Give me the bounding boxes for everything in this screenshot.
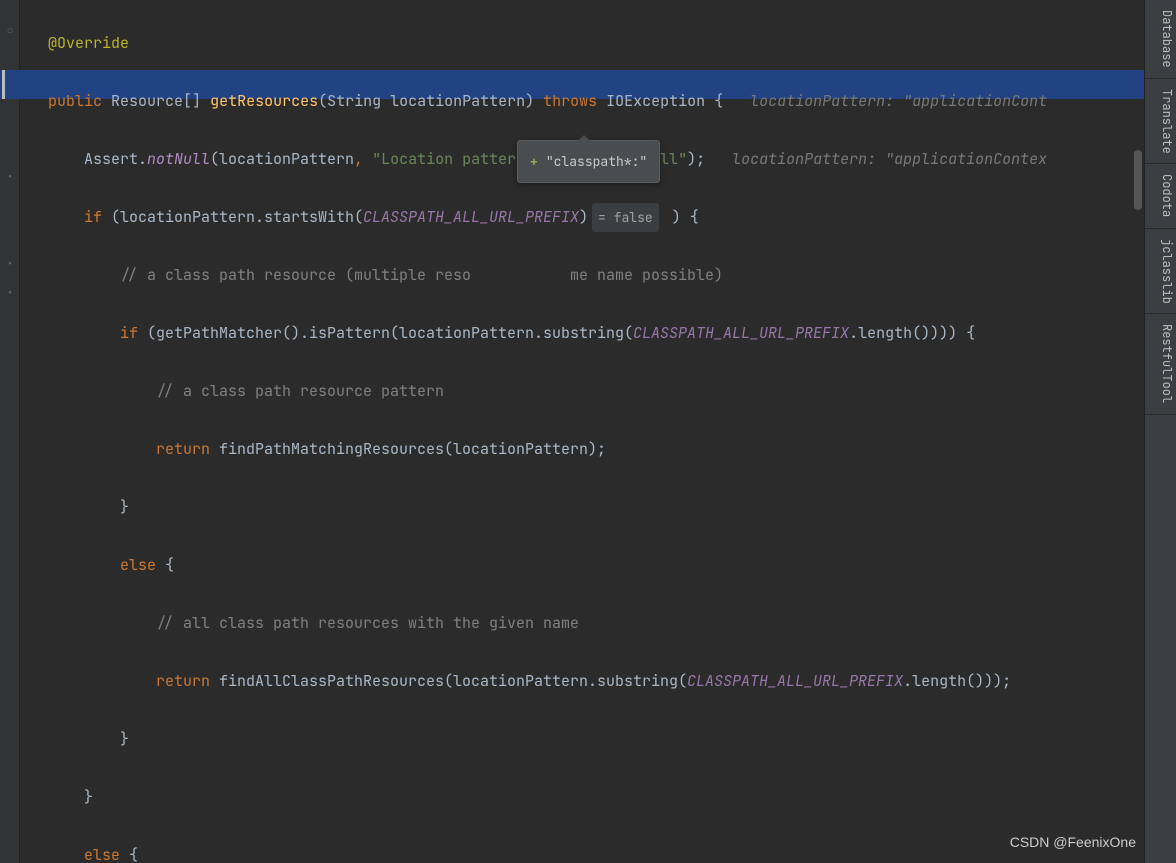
text: (locationPattern — [210, 149, 354, 169]
text: findAllClassPathResources(locationPatter… — [210, 671, 687, 691]
keyword: if — [120, 323, 138, 343]
method-name: getResources — [210, 91, 318, 111]
text: ) — [579, 207, 588, 227]
tool-tab-label: Database — [1159, 10, 1175, 68]
gutter-mark-icon[interactable]: • — [3, 279, 17, 293]
static-method: notNull — [147, 149, 210, 169]
text: } — [84, 787, 93, 807]
constant: CLASSPATH_ALL_URL_PREFIX — [633, 323, 849, 343]
comment: // a class path resource pattern — [156, 381, 444, 401]
text: (getPathMatcher().isPattern(locationPatt… — [138, 323, 633, 343]
gutter-mark-icon[interactable]: • — [3, 163, 17, 177]
gutter-override-icon[interactable]: ○ — [3, 17, 17, 31]
text: { — [156, 555, 174, 575]
text: IOException { — [597, 91, 723, 111]
keyword: else — [120, 555, 156, 575]
text: [] — [183, 91, 210, 111]
tool-tab-jclasslib[interactable]: jclasslib — [1145, 229, 1176, 315]
tool-tab-database[interactable]: Database — [1145, 0, 1176, 79]
inline-value-hint: = false — [592, 203, 659, 232]
text-caret — [2, 70, 5, 99]
text: , — [354, 149, 372, 169]
annotation: @Override — [48, 33, 129, 53]
text: (String locationPattern) — [318, 91, 543, 111]
code-editor[interactable]: @Override public Resource[] getResources… — [20, 0, 1144, 863]
text: findPathMatchingResources(locationPatter… — [210, 439, 606, 459]
inlay-hint: locationPattern: "applicationContex — [705, 149, 1047, 169]
keyword: throws — [543, 91, 597, 111]
constant: CLASSPATH_ALL_URL_PREFIX — [363, 207, 579, 227]
text: } — [120, 497, 129, 517]
tool-tab-restfultool[interactable]: RestfulTool — [1145, 314, 1176, 414]
text: .length()))) { — [849, 323, 975, 343]
comment: // all class path resources with the giv… — [156, 613, 579, 633]
tool-tab-label: jclasslib — [1159, 239, 1175, 304]
text: .length())); — [903, 671, 1011, 691]
keyword: return — [156, 671, 210, 691]
keyword: return — [156, 439, 210, 459]
keyword: if — [84, 207, 102, 227]
tool-tab-translate[interactable]: Translate — [1145, 79, 1176, 165]
text: Assert. — [48, 149, 147, 169]
text: { — [120, 845, 138, 863]
tool-tab-label: Codota — [1159, 174, 1175, 217]
gutter-mark-icon[interactable]: • — [3, 250, 17, 264]
comment: // a class path resource (multiple reso … — [120, 265, 723, 285]
tooltip-text: "classpath*:" — [546, 153, 647, 170]
text: ) { — [663, 207, 699, 227]
constant: CLASSPATH_ALL_URL_PREFIX — [687, 671, 903, 691]
text: ); — [687, 149, 705, 169]
tool-tab-label: Translate — [1159, 89, 1175, 154]
right-tool-sidebar: Database Translate Codota jclasslib Rest… — [1144, 0, 1176, 863]
tool-tab-label: RestfulTool — [1159, 324, 1175, 403]
text: (locationPattern.startsWith( — [102, 207, 363, 227]
keyword: else — [84, 845, 120, 863]
text: } — [120, 729, 129, 749]
inlay-hint: locationPattern: "applicationCont — [723, 91, 1047, 111]
tool-tab-codota[interactable]: Codota — [1145, 164, 1176, 228]
editor-gutter: ○ • • • — [0, 0, 20, 863]
quick-doc-tooltip: + "classpath*:" — [517, 140, 660, 183]
plus-icon: + — [530, 153, 538, 170]
type: Resource — [111, 91, 183, 111]
keyword: public — [48, 91, 102, 111]
